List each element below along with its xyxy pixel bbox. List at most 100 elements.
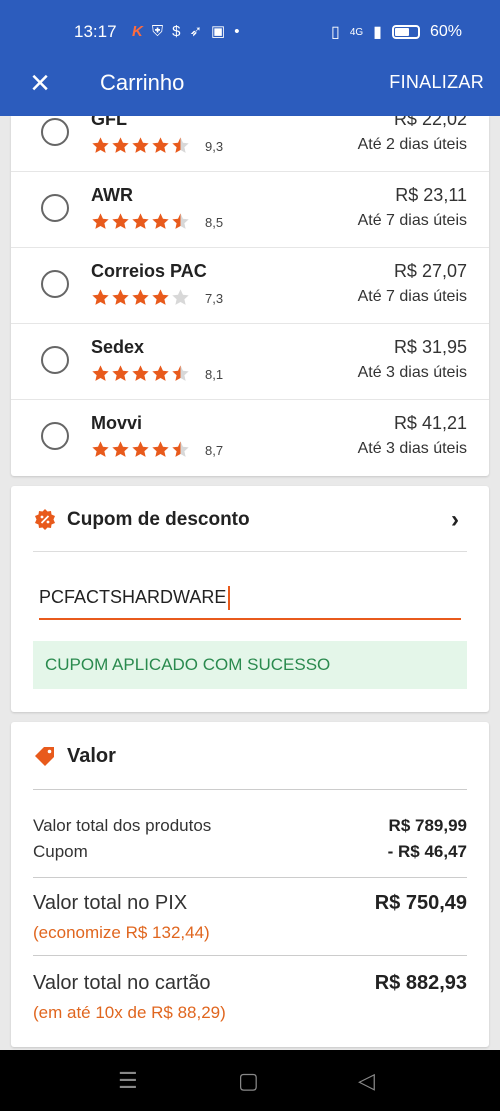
star-half-icon	[172, 365, 189, 381]
pix-total-row: Valor total no PIX R$ 750,49	[33, 892, 467, 915]
star-half-icon	[172, 137, 189, 153]
shipping-options-card: GFL 9,3 R$ 22,02 Até 2 dias úteis AWR 8,…	[11, 116, 489, 476]
rating-score: 8,5	[205, 215, 224, 230]
coupon-code: PCFACTSHARDWARE	[39, 586, 227, 607]
battery-percent: 60%	[429, 23, 462, 40]
rating-score: 8,7	[205, 443, 224, 458]
shipping-option[interactable]: Sedex 8,1 R$ 31,95 Até 3 dias úteis	[11, 324, 489, 400]
shipping-price: R$ 22,02	[393, 116, 467, 129]
delivery-time: Até 7 dias úteis	[357, 288, 467, 305]
star-full-icon	[132, 137, 149, 153]
price-summary-card: Valor Valor total dos produtos R$ 789,99…	[11, 722, 489, 1047]
shipping-option[interactable]: AWR 8,5 R$ 23,11 Até 7 dias úteis	[11, 172, 489, 248]
shipping-option[interactable]: Correios PAC 7,3 R$ 27,07 Até 7 dias úte…	[11, 248, 489, 324]
carrier-name: AWR	[91, 185, 133, 205]
shipping-option[interactable]: GFL 9,3 R$ 22,02 Até 2 dias úteis	[11, 116, 489, 172]
card-total-label: Valor total no cartão	[33, 972, 211, 994]
coupon-row: Cupom - R$ 46,47	[33, 842, 467, 862]
rating-score: 8,1	[205, 367, 224, 382]
star-full-icon	[152, 365, 169, 381]
shipping-price: R$ 31,95	[393, 337, 467, 357]
chevron-right-icon[interactable]: ›	[451, 506, 459, 534]
battery-icon	[391, 25, 420, 39]
radio-button[interactable]	[41, 422, 69, 450]
products-total-row: Valor total dos produtos R$ 789,99	[33, 816, 467, 836]
radio-button[interactable]	[41, 270, 69, 298]
coupon-success-message: CUPOM APLICADO COM SUCESSO	[33, 641, 467, 689]
rating-score: 9,3	[205, 139, 224, 154]
coupon-title: Cupom de desconto	[67, 509, 250, 530]
star-full-icon	[112, 441, 129, 457]
discount-badge-icon	[35, 509, 55, 530]
star-full-icon	[152, 441, 169, 457]
radio-button[interactable]	[41, 118, 69, 146]
divider	[33, 877, 467, 878]
carrier-name: Movvi	[91, 413, 143, 433]
coupon-header[interactable]: Cupom de desconto ›	[33, 506, 467, 552]
star-full-icon	[112, 365, 129, 381]
star-full-icon	[92, 289, 109, 305]
shopping-bag-icon: ▣	[211, 23, 226, 40]
card-total-row: Valor total no cartão R$ 882,93	[33, 972, 467, 995]
status-right: ▯ 4G ▮ 60%	[331, 22, 462, 42]
bird-icon: ➶	[189, 23, 203, 40]
price-summary-header: Valor	[33, 742, 467, 790]
status-bar: 13:17 K ⛨ $ ➶ ▣ • ▯ 4G ▮ 60%	[0, 0, 500, 62]
vibrate-icon: ▯	[331, 24, 340, 41]
divider	[33, 955, 467, 956]
star-half-icon	[172, 441, 189, 457]
installments-note: (em até 10x de R$ 88,29)	[33, 1003, 226, 1022]
coupon-discount-value: - R$ 46,47	[387, 842, 467, 861]
coupon-card: Cupom de desconto › PCFACTSHARDWARE CUPO…	[11, 486, 489, 712]
app-notification-icon: K	[132, 22, 143, 40]
toolbar: × Carrinho FINALIZAR	[0, 62, 500, 116]
star-full-icon	[132, 213, 149, 229]
notification-icons: K ⛨ $ ➶ ▣ •	[132, 22, 240, 41]
star-full-icon	[132, 365, 149, 381]
star-rating	[91, 136, 190, 155]
card-total-value: R$ 882,93	[374, 972, 467, 994]
carrier-name: GFL	[91, 116, 127, 129]
star-full-icon	[112, 137, 129, 153]
pix-total-label: Valor total no PIX	[33, 892, 188, 914]
star-rating	[91, 212, 190, 231]
shield-icon: ⛨	[151, 22, 164, 40]
delivery-time: Até 3 dias úteis	[357, 440, 467, 457]
star-full-icon	[92, 137, 109, 153]
text-cursor	[228, 586, 231, 610]
finalize-button[interactable]: FINALIZAR	[389, 72, 484, 93]
radio-button[interactable]	[41, 194, 69, 222]
dollar-icon: $	[172, 22, 181, 40]
star-full-icon	[112, 213, 129, 229]
star-half-icon	[172, 213, 189, 229]
price-summary-title: Valor	[67, 745, 116, 767]
products-total-value: R$ 789,99	[388, 816, 467, 835]
radio-button[interactable]	[41, 346, 69, 374]
signal-icon: ▮	[373, 24, 382, 41]
home-icon[interactable]: ▢	[238, 1068, 259, 1094]
back-icon[interactable]: ◁	[358, 1068, 375, 1094]
app-header: 13:17 K ⛨ $ ➶ ▣ • ▯ 4G ▮ 60% × Carrinho …	[0, 0, 500, 116]
close-icon[interactable]: ×	[24, 66, 56, 100]
star-rating	[91, 288, 190, 307]
delivery-time: Até 3 dias úteis	[357, 364, 467, 381]
star-full-icon	[152, 137, 169, 153]
shipping-option[interactable]: Movvi 8,7 R$ 41,21 Até 3 dias úteis	[11, 400, 489, 476]
shipping-price: R$ 27,07	[393, 261, 467, 281]
page-title: Carrinho	[100, 70, 185, 95]
carrier-name: Sedex	[91, 337, 145, 357]
network-label: 4G	[349, 26, 364, 38]
dot-icon: •	[234, 22, 240, 40]
delivery-time: Até 7 dias úteis	[357, 212, 467, 229]
carrier-name: Correios PAC	[91, 261, 207, 281]
star-rating	[91, 364, 190, 383]
pix-savings-note: (economize R$ 132,44)	[33, 923, 210, 942]
coupon-input[interactable]: PCFACTSHARDWARE	[39, 580, 461, 620]
menu-icon[interactable]: ☰	[118, 1068, 138, 1094]
star-rating	[91, 440, 190, 459]
star-empty-icon	[172, 289, 189, 305]
price-tag-icon	[35, 747, 54, 766]
rating-score: 7,3	[205, 291, 224, 306]
star-full-icon	[152, 289, 169, 305]
shipping-price: R$ 23,11	[395, 185, 467, 205]
